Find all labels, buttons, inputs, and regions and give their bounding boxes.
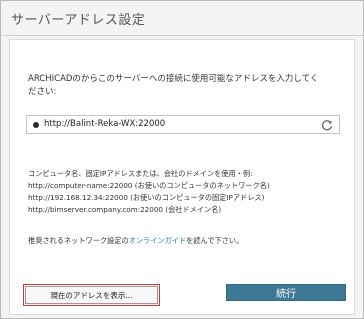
- info-heading: コンピュータ名、固定IPアドレスまたは、会社のドメインを使用・例:: [28, 169, 253, 178]
- guide-text: 推奨されるネットワーク設定のオンラインガイドを読んで下さい。: [28, 236, 344, 246]
- continue-button[interactable]: 続行: [226, 284, 346, 301]
- info-example: http://computer-name:22000 (お使いのコンピュータのネ…: [28, 181, 270, 190]
- info-example: http://192.168.12.34:22000 (お使いのコンピュータの固…: [28, 193, 265, 202]
- refresh-icon[interactable]: [320, 118, 334, 132]
- info-block: コンピュータ名、固定IPアドレスまたは、会社のドメインを使用・例: http:/…: [28, 168, 344, 216]
- guide-suffix: を読んで下さい。: [186, 236, 244, 245]
- server-address-dialog: サーバーアドレス設定 ARCHICADのからこのサーバーへの接続に使用可能なアド…: [0, 0, 364, 319]
- dialog-title: サーバーアドレス設定: [11, 13, 146, 28]
- online-guide-link[interactable]: オンラインガイド: [129, 236, 187, 245]
- content-panel: ARCHICADのからこのサーバーへの接続に使用可能なアドレスを入力してく ださ…: [9, 39, 355, 315]
- title-divider: [1, 35, 363, 36]
- address-value[interactable]: http://Balint-Reka-WX:22000: [44, 119, 165, 129]
- show-current-address-button[interactable]: 現在のアドレスを表示...: [23, 284, 160, 306]
- instruction-text: ARCHICADのからこのサーバーへの接続に使用可能なアドレスを入力してく ださ…: [28, 73, 344, 99]
- status-dot-icon: [33, 122, 39, 128]
- address-field[interactable]: http://Balint-Reka-WX:22000: [26, 115, 340, 134]
- info-example: http://bimserver.company.com:22000 (会社ドメ…: [28, 205, 222, 214]
- guide-prefix: 推奨されるネットワーク設定の: [28, 236, 129, 245]
- instruction-line-2: ださい:: [28, 87, 57, 97]
- instruction-line-1: ARCHICADのからこのサーバーへの接続に使用可能なアドレスを入力してく: [28, 74, 319, 84]
